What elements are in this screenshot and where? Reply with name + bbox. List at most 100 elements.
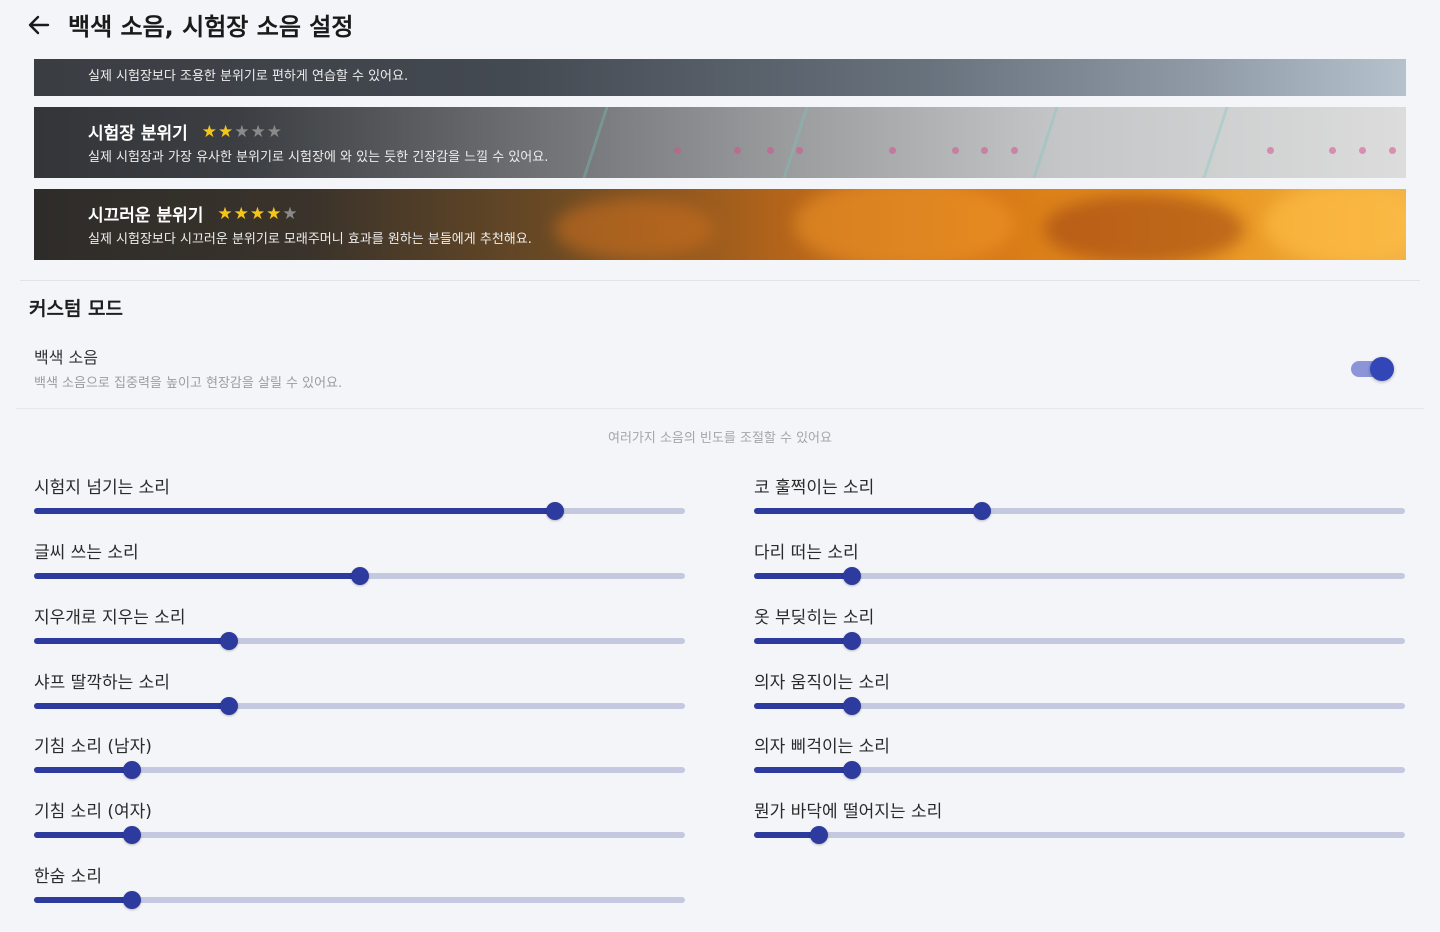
slider-label: 다리 떠는 소리: [754, 543, 859, 563]
section-divider: [20, 280, 1420, 281]
slider-track[interactable]: [34, 891, 685, 909]
star-empty-icon: ★: [282, 203, 299, 224]
background-decoration: [782, 107, 809, 178]
slider-track[interactable]: [34, 826, 685, 844]
slider-fill: [34, 573, 360, 579]
slider-writing: 글씨 쓰는 소리: [34, 538, 685, 588]
slider-paper-flip: 시험지 넘기는 소리: [34, 473, 685, 523]
background-decoration: [1329, 147, 1336, 154]
slider-label: 옷 부딪히는 소리: [754, 608, 875, 628]
slider-cough-male: 기침 소리 (남자): [34, 732, 685, 782]
slider-fill: [754, 703, 852, 709]
slider-fill: [34, 767, 132, 773]
section-divider: [16, 408, 1424, 409]
slider-label: 지우개로 지우는 소리: [34, 608, 186, 628]
preset-quiet-banner[interactable]: 실제 시험장보다 조용한 분위기로 편하게 연습할 수 있어요.: [34, 59, 1406, 96]
white-noise-toggle[interactable]: [1349, 357, 1395, 381]
slider-erasing: 지우개로 지우는 소리: [34, 603, 685, 653]
slider-track[interactable]: [754, 826, 1405, 844]
slider-object-drop: 뭔가 바닥에 떨어지는 소리: [754, 797, 1405, 847]
background-decoration: [981, 147, 988, 154]
slider-fill: [34, 638, 229, 644]
star-filled-icon: ★★★★: [217, 203, 283, 224]
background-decoration: [1202, 107, 1229, 178]
back-arrow-icon[interactable]: [26, 12, 52, 38]
page-title: 백색 소음, 시험장 소음 설정: [68, 13, 354, 41]
slider-thumb[interactable]: [973, 502, 991, 520]
preset-quiet-description: 실제 시험장보다 조용한 분위기로 편하게 연습할 수 있어요.: [88, 69, 409, 84]
helper-text: 여러가지 소음의 빈도를 조절할 수 있어요: [608, 431, 832, 446]
background-decoration: [734, 147, 741, 154]
background-decoration: [582, 107, 609, 178]
slider-fill: [754, 638, 852, 644]
slider-track[interactable]: [34, 761, 685, 779]
slider-fill: [754, 508, 982, 514]
slider-label: 글씨 쓰는 소리: [34, 543, 139, 563]
star-empty-icon: ★★★: [234, 121, 283, 142]
slider-fill: [754, 573, 852, 579]
preset-exam-header: 시험장 분위기 ★★★★★: [88, 119, 283, 145]
star-filled-icon: ★★: [201, 121, 235, 142]
slider-thumb[interactable]: [123, 826, 141, 844]
slider-label: 기침 소리 (여자): [34, 802, 152, 822]
slider-sniffle: 코 훌쩍이는 소리: [754, 473, 1405, 523]
custom-mode-title: 커스텀 모드: [29, 298, 124, 320]
slider-chair-move: 의자 움직이는 소리: [754, 668, 1405, 718]
slider-fill: [34, 897, 132, 903]
toggle-knob: [1370, 357, 1394, 381]
slider-thumb[interactable]: [546, 502, 564, 520]
slider-track[interactable]: [754, 697, 1405, 715]
slider-track[interactable]: [34, 632, 685, 650]
rating-stars: ★★★★★: [202, 122, 283, 142]
slider-leg-shake: 다리 떠는 소리: [754, 538, 1405, 588]
background-decoration: [794, 189, 1014, 260]
slider-track[interactable]: [754, 567, 1405, 585]
slider-thumb[interactable]: [843, 697, 861, 715]
slider-label: 샤프 딸깍하는 소리: [34, 673, 170, 693]
slider-label: 의자 삐걱이는 소리: [754, 737, 890, 757]
slider-track[interactable]: [754, 761, 1405, 779]
slider-thumb[interactable]: [351, 567, 369, 585]
slider-track[interactable]: [34, 697, 685, 715]
slider-label: 뭔가 바닥에 떨어지는 소리: [754, 802, 943, 822]
slider-chair-creak: 의자 삐걱이는 소리: [754, 732, 1405, 782]
slider-label: 기침 소리 (남자): [34, 737, 152, 757]
slider-thumb[interactable]: [123, 761, 141, 779]
slider-fill: [34, 832, 132, 838]
slider-thumb[interactable]: [220, 697, 238, 715]
slider-label: 코 훌쩍이는 소리: [754, 478, 875, 498]
background-decoration: [1264, 189, 1406, 260]
slider-cough-female: 기침 소리 (여자): [34, 797, 685, 847]
white-noise-label: 백색 소음: [34, 348, 98, 367]
slider-sigh: 한숨 소리: [34, 862, 685, 912]
slider-track[interactable]: [34, 567, 685, 585]
slider-track[interactable]: [754, 632, 1405, 650]
background-decoration: [1044, 194, 1244, 260]
background-decoration: [674, 147, 681, 154]
background-decoration: [1359, 147, 1366, 154]
slider-thumb[interactable]: [843, 632, 861, 650]
slider-label: 한숨 소리: [34, 867, 102, 887]
preset-noisy-title: 시끄러운 분위기: [88, 206, 204, 226]
slider-fill: [34, 508, 555, 514]
preset-exam-banner[interactable]: 시험장 분위기 ★★★★★ 실제 시험장과 가장 유사한 분위기로 시험장에 와…: [34, 107, 1406, 178]
slider-track[interactable]: [34, 502, 685, 520]
background-decoration: [554, 199, 714, 259]
preset-noisy-banner[interactable]: 시끄러운 분위기 ★★★★★ 실제 시험장보다 시끄러운 분위기로 모래주머니 …: [34, 189, 1406, 260]
background-decoration: [796, 147, 803, 154]
background-decoration: [1267, 147, 1274, 154]
preset-noisy-description: 실제 시험장보다 시끄러운 분위기로 모래주머니 효과를 원하는 분들에게 추천…: [88, 232, 532, 247]
preset-noisy-header: 시끄러운 분위기 ★★★★★: [88, 201, 299, 227]
slider-thumb[interactable]: [843, 761, 861, 779]
background-decoration: [952, 147, 959, 154]
slider-track[interactable]: [754, 502, 1405, 520]
background-decoration: [1011, 147, 1018, 154]
slider-thumb[interactable]: [810, 826, 828, 844]
white-noise-description: 백색 소음으로 집중력을 높이고 현장감을 살릴 수 있어요.: [34, 376, 343, 391]
slider-thumb[interactable]: [843, 567, 861, 585]
background-decoration: [1389, 147, 1396, 154]
slider-thumb[interactable]: [220, 632, 238, 650]
slider-label: 시험지 넘기는 소리: [34, 478, 170, 498]
preset-exam-title: 시험장 분위기: [88, 124, 188, 144]
slider-thumb[interactable]: [123, 891, 141, 909]
